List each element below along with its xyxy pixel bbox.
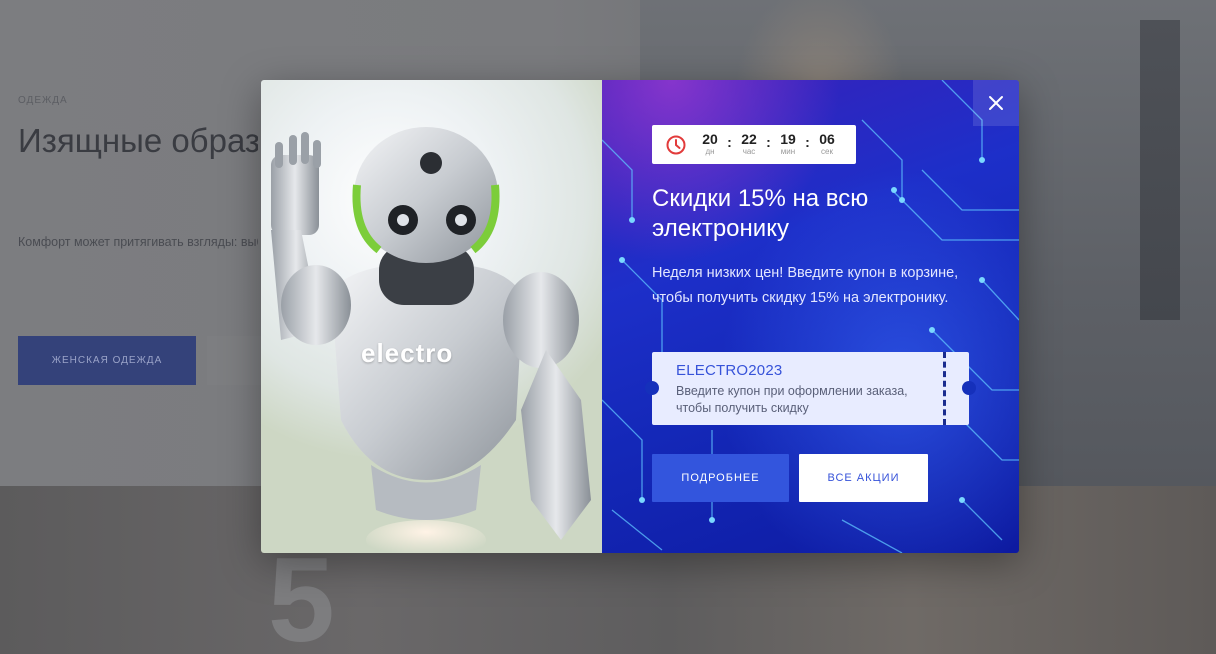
timer-hours-value: 22	[741, 131, 757, 147]
timer-minutes-label: мин	[780, 147, 796, 156]
timer-minutes-value: 19	[780, 131, 796, 147]
clock-icon	[666, 135, 686, 154]
timer-hours-label: час	[742, 147, 756, 156]
timer-days-value: 20	[702, 131, 718, 147]
timer-seconds-label: сек	[821, 147, 833, 156]
promo-description: Неделя низких цен! Введите купон в корзи…	[652, 265, 959, 306]
promo-image: electro	[261, 80, 602, 553]
robot-chest-label: electro	[361, 338, 454, 368]
promo-modal: electro 20 дн: 22 час: 19 мин: 06 сек…	[261, 80, 1019, 553]
category-decor-number: 5	[268, 533, 335, 654]
coupon-divider	[943, 352, 946, 425]
promo-title: Скидки 15% на всю электронику	[652, 185, 869, 242]
coupon-notch-left	[645, 381, 659, 395]
timer-separator: :	[766, 133, 771, 150]
hero-secondary-button	[207, 336, 267, 385]
hero-photo-tower	[1140, 20, 1180, 320]
robot-illustration	[271, 127, 591, 553]
hero-text: Комфорт может притягивать взгляды: выбер…	[18, 235, 258, 249]
timer-minutes: 19 мин	[775, 132, 801, 157]
timer-separator: :	[805, 133, 810, 150]
timer-seconds: 06 сек	[814, 132, 840, 157]
timer-seconds-value: 06	[819, 131, 835, 147]
timer-hours: 22 час	[736, 132, 762, 157]
coupon-note: Введите купон при оформлении заказа, что…	[676, 384, 908, 415]
timer-days-label: дн	[705, 147, 715, 156]
promo-content: 20 дн : 22 час : 19 мин : 06 сек Скидки …	[602, 80, 1019, 553]
all-promotions-button[interactable]: ВСЕ АКЦИИ	[799, 454, 928, 502]
more-button[interactable]: ПОДРОБНЕЕ	[652, 454, 789, 502]
coupon-notch-right	[962, 381, 976, 395]
hero-title: Изящные образы на каждый день	[18, 122, 258, 159]
hero-primary-button: ЖЕНСКАЯ ОДЕЖДА	[18, 336, 196, 385]
close-button[interactable]	[973, 80, 1019, 126]
countdown-timer: 20 дн : 22 час : 19 мин : 06 сек	[652, 125, 856, 164]
coupon-code[interactable]: ELECTRO2023	[676, 362, 782, 379]
hero-eyebrow: ОДЕЖДА	[18, 95, 68, 106]
timer-days: 20 дн	[697, 132, 723, 157]
close-icon	[989, 96, 1003, 110]
timer-separator: :	[727, 133, 732, 150]
coupon-card[interactable]: ELECTRO2023 Введите купон при оформлении…	[645, 352, 976, 425]
